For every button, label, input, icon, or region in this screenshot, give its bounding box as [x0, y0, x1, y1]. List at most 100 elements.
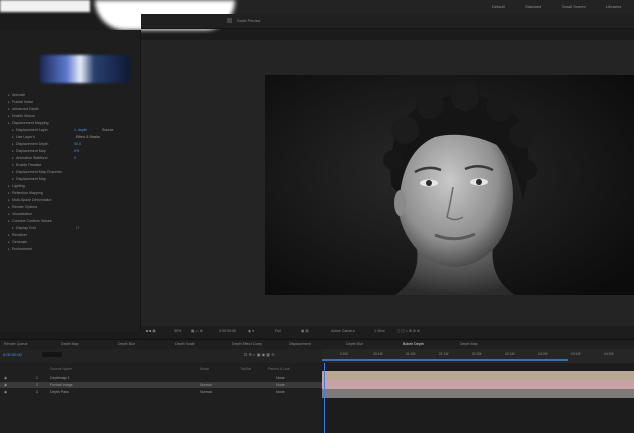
layer-panel: Source Name Mode TrkMat Parent & Link ◉ 1… [0, 363, 322, 433]
composition-frame[interactable] [265, 75, 634, 295]
layer-name[interactable]: Depth Pass [50, 389, 69, 395]
effect-tree-row[interactable]: ▸ Fractal Noise [0, 99, 143, 105]
effect-tree-label: Displacement Map Channels [16, 170, 62, 174]
effect-value-secondary[interactable]: Source [102, 127, 113, 133]
effect-tree-row[interactable]: ▸ Displacement Map 0% [0, 148, 147, 154]
effect-controls-panel: ▸ Animate ▸ Fractal Noise ▸ Advanced Depth ▸ En… [0, 30, 141, 332]
effect-tree-row[interactable]: ▸ Renderer [0, 232, 143, 238]
effect-tree-row[interactable]: ▸ Environment [0, 246, 143, 252]
timeline-tab[interactable]: Depth Blur [346, 342, 363, 346]
layer-parent[interactable]: None [276, 375, 285, 381]
effect-tree-row[interactable]: ▸ Displacement Layer 1. depth Source [0, 127, 147, 133]
layer-mode[interactable]: Normal [200, 389, 212, 395]
layer-bar-3[interactable] [322, 389, 634, 398]
effect-tree-row[interactable]: ▸ Visualization [0, 211, 143, 217]
effect-tree-label: Display Grid [16, 226, 36, 230]
zoom-dropdown[interactable]: 50% [174, 329, 181, 333]
workspace-small-screen[interactable]: Small Screen [562, 4, 586, 9]
effect-tree-label: Advanced Depth [12, 107, 39, 111]
workspace-libraries[interactable]: Libraries [606, 4, 621, 9]
resolution-dropdown[interactable]: Full [275, 329, 281, 333]
ruler-tick-label: 02:00f [472, 352, 482, 356]
layer-visibility-icon[interactable]: ◉ [4, 382, 7, 388]
layer-row[interactable]: ◉ 3 Depth Pass Normal None [0, 389, 322, 395]
effect-tree-row[interactable]: ▸ Displacement Map Channels [0, 169, 147, 175]
layer-number[interactable]: 2 [36, 382, 38, 388]
view-layout-dropdown[interactable]: 1 View [374, 329, 385, 333]
ruler-tick-label: 02:15f [505, 352, 515, 356]
effect-tree-row[interactable]: ▸ Render Options [0, 204, 143, 210]
layer-visibility-icon[interactable]: ◉ [4, 375, 7, 381]
toolbar-icons-right[interactable]: ▢ ◫ ⌂ ⊞ ✲ ⊕ [397, 329, 420, 333]
layer-name[interactable]: Depthmap 1 [50, 375, 70, 381]
layer-number[interactable]: 3 [36, 389, 38, 395]
effect-tree-row[interactable]: ▸ Multi-Space Deformation [0, 197, 143, 203]
timeline-tab[interactable]: Bokeh Depth [403, 342, 424, 346]
workspace-default[interactable]: Default [492, 4, 505, 9]
layer-name[interactable]: Portrait Image [50, 382, 73, 388]
blurred-thumbnail [40, 55, 130, 83]
effect-tree-label: Displacement Map [16, 177, 46, 181]
layer-visibility-icon[interactable]: ◉ [4, 389, 7, 395]
effect-value[interactable]: 0 [74, 155, 76, 161]
comp-lock-icon[interactable] [227, 18, 232, 23]
effect-tree-row[interactable]: ▸ Animation Stabilizer 0 [0, 155, 147, 161]
current-time-display[interactable]: 0:00:00:00 [219, 329, 236, 333]
timeline-tab[interactable]: Depth Scale [175, 342, 195, 346]
layer-parent[interactable]: None [276, 382, 285, 388]
layer-bar-2[interactable] [322, 380, 634, 389]
effect-tree-label: Connect Controls Values [12, 219, 52, 223]
effect-value[interactable]: 1. depth [74, 127, 87, 133]
playhead[interactable] [324, 363, 325, 433]
timeline-tab[interactable]: Depth Map [61, 342, 79, 346]
work-area-bar[interactable] [322, 359, 568, 361]
effect-tree-row[interactable]: ▸ Animate [0, 92, 143, 98]
effect-tree-row[interactable]: ▸ Reflection Mapping [0, 190, 143, 196]
region-icon[interactable]: ▣ ▤ [301, 329, 309, 333]
effect-tree-row[interactable]: ▸ Displacement Depth 50.0 [0, 141, 147, 147]
effect-value-secondary[interactable]: ☐ [76, 225, 79, 231]
effect-tree-row[interactable]: ▸ Displacement Map [0, 176, 147, 182]
effect-tree-row[interactable]: ▸ Display Grid ☐ [0, 225, 147, 231]
effect-tree-label: Enable Parallax [16, 163, 42, 167]
snapshot-icon[interactable]: ◙ ◙ ▣ [146, 329, 156, 333]
track-area[interactable] [322, 363, 634, 433]
layer-row[interactable]: ◉ 1 Depthmap 1 None [0, 375, 322, 381]
effect-tree-row[interactable]: ▸ Displacement Mapping [0, 120, 143, 126]
comp-tab-label[interactable]: Depth Preview [237, 19, 260, 23]
time-ruler[interactable]: 0:00f 00:15f 01:00f 01:15f 02:00f 02:15f 03:00… [322, 349, 634, 363]
effect-tree-row[interactable]: ▸ Generate [0, 239, 143, 245]
camera-dropdown[interactable]: Active Camera [331, 329, 355, 333]
layer-number[interactable]: 1 [36, 375, 38, 381]
effect-tree-label: Fractal Noise [12, 100, 34, 104]
effect-tree-row[interactable]: ▸ Enable Parallax [0, 162, 147, 168]
timeline-switch-icons[interactable]: ⊡ ⚙ ◐ ▣ ◉ ▦ ⟲ [244, 352, 274, 357]
timeline-search-input[interactable] [42, 352, 62, 357]
workspace-standard[interactable]: Standard [525, 4, 541, 9]
timeline-tab[interactable]: Depth Map [460, 342, 478, 346]
layer-mode[interactable]: Normal [200, 382, 212, 388]
timeline-tab[interactable]: Depth Effect Comp [232, 342, 262, 346]
effect-value-secondary[interactable]: Effect & Masks [76, 134, 100, 140]
timecode[interactable]: 0:00:00:00 [3, 352, 22, 357]
effect-tree-row[interactable]: ▸ Use Layer's Effect & Masks [0, 134, 147, 140]
effect-tree-row[interactable]: ▸ Lighting [0, 183, 143, 189]
effect-tree-row[interactable]: ▸ Connect Controls Values [0, 218, 143, 224]
layer-bar-1[interactable] [322, 371, 634, 380]
timeline-tab[interactable]: Render Queue [4, 342, 28, 346]
col-parent: Parent & Link [268, 367, 290, 371]
timeline-tab[interactable]: Depth Blur [118, 342, 135, 346]
effect-tree-label: Enable Motion [12, 114, 35, 118]
effect-tree-row[interactable]: ▸ Enable Motion [0, 113, 143, 119]
camera-icon[interactable]: ◉ ● [248, 329, 254, 333]
effect-value[interactable]: 50.0 [74, 141, 81, 147]
effect-tree-label: Animate [12, 93, 26, 97]
effect-tree-label: Animation Stabilizer [16, 156, 48, 160]
effect-tree-row[interactable]: ▸ Advanced Depth [0, 106, 143, 112]
effect-tree-label: Reflection Mapping [12, 191, 43, 195]
layer-row[interactable]: ◉ 2 Portrait Image Normal None [0, 382, 322, 388]
timeline-tab[interactable]: Displacement [289, 342, 311, 346]
grid-icon[interactable]: ▦ ▭ ⊕ [191, 329, 203, 333]
effect-value[interactable]: 0% [74, 148, 79, 154]
layer-parent[interactable]: None [276, 389, 285, 395]
